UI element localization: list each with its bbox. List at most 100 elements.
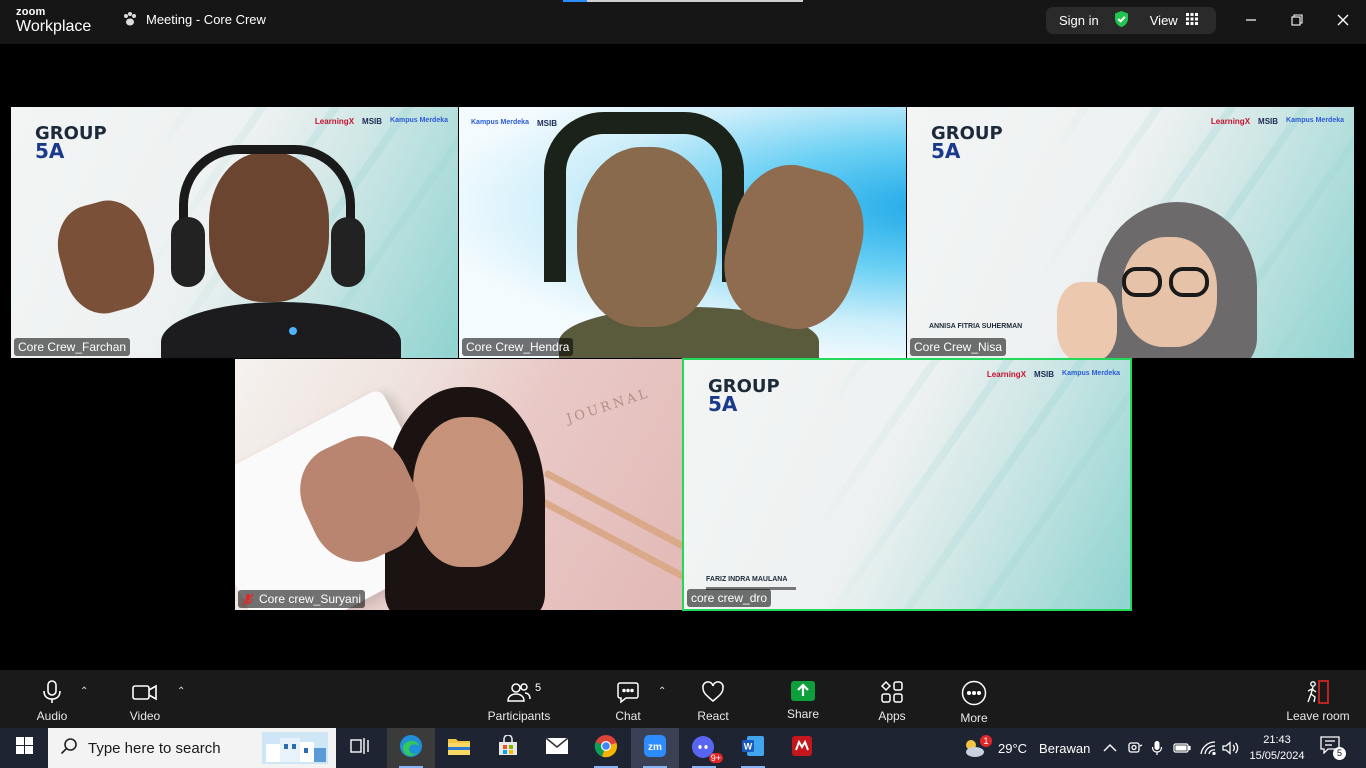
- svg-text:W: W: [744, 741, 753, 751]
- slide-group-label: GROUP 5A: [708, 376, 780, 417]
- slide-group-label: GROUP 5A: [35, 123, 107, 164]
- discord-icon: 9+: [691, 735, 723, 763]
- brand-small: zoom: [16, 6, 46, 18]
- meeting-paw-icon: [122, 11, 138, 27]
- zoom-logo: zoom Workplace: [16, 7, 91, 35]
- meeting-toolbar: Audio ⌃ Video ⌃ Participants 5 Chat ⌃ Re…: [0, 670, 1366, 728]
- video-tile-suryani[interactable]: JOURNAL Core crew_Suryani: [235, 359, 682, 610]
- meeting-title: Meeting - Core Crew: [146, 11, 266, 27]
- minimize-button[interactable]: [1237, 8, 1265, 32]
- more-icon: [961, 680, 987, 706]
- video-options-chevron-icon[interactable]: ⌃: [177, 686, 185, 697]
- weather-widget[interactable]: 1 29°C Berawan: [962, 728, 1090, 768]
- video-button[interactable]: Video: [120, 670, 170, 728]
- participant-name-tag: Core crew_Suryani: [238, 590, 366, 608]
- taskbar-chrome[interactable]: [582, 728, 630, 768]
- volume-icon[interactable]: [1222, 728, 1240, 768]
- taskbar-mendeley[interactable]: [778, 728, 826, 768]
- top-progress-fill: [563, 0, 587, 2]
- search-highlight-illustration: [262, 732, 328, 764]
- zoom-app-icon: zm: [643, 734, 667, 763]
- close-button[interactable]: [1329, 8, 1357, 32]
- wifi-icon[interactable]: [1199, 728, 1217, 768]
- edge-browser-icon: [399, 734, 423, 763]
- restore-button[interactable]: [1283, 8, 1311, 32]
- heart-icon: [701, 680, 725, 704]
- camera-icon: [132, 680, 158, 704]
- svg-text:zm: zm: [648, 742, 662, 753]
- slide-logos: Kampus Merdeka MSIB: [471, 119, 557, 128]
- view-button[interactable]: View: [1150, 13, 1178, 28]
- slide-logos: LearningX MSIB Kampus Merdeka: [1210, 117, 1344, 126]
- video-tile-dro[interactable]: GROUP 5A LearningX MSIB Kampus Merdeka F…: [682, 358, 1132, 611]
- taskbar-word[interactable]: W: [729, 728, 777, 768]
- chat-options-chevron-icon[interactable]: ⌃: [658, 686, 666, 697]
- store-bag-icon: [497, 733, 519, 762]
- title-bar: zoom Workplace Meeting - Core Crew Sign …: [0, 0, 1366, 44]
- mail-icon: [545, 736, 569, 760]
- taskbar-discord[interactable]: 9+: [680, 728, 728, 768]
- participants-count: 5: [535, 682, 542, 694]
- audio-options-chevron-icon[interactable]: ⌃: [80, 686, 88, 697]
- video-tile-nisa[interactable]: GROUP 5A LearningX MSIB Kampus Merdeka A…: [907, 107, 1354, 358]
- sign-in-button[interactable]: Sign in: [1059, 13, 1099, 28]
- more-button[interactable]: More: [954, 670, 994, 728]
- word-icon: W: [741, 735, 765, 762]
- notification-center-button[interactable]: 5: [1320, 736, 1346, 760]
- slide-logos: LearningX MSIB Kampus Merdeka: [986, 370, 1120, 379]
- brand-big: Workplace: [16, 18, 92, 35]
- zoom-window: zoom Workplace Meeting - Core Crew Sign …: [0, 0, 1366, 728]
- share-button[interactable]: Share: [783, 670, 823, 728]
- video-tile-hendra[interactable]: Kampus Merdeka MSIB Core Crew_Hendra: [459, 107, 906, 358]
- participant-name-tag: Core Crew_Farchan: [14, 338, 131, 356]
- react-button[interactable]: React: [693, 670, 733, 728]
- audio-button[interactable]: Audio: [30, 670, 74, 728]
- task-view-button[interactable]: [336, 728, 384, 768]
- folder-icon: [447, 736, 471, 761]
- shield-check-icon[interactable]: [1113, 10, 1130, 31]
- battery-icon[interactable]: [1173, 728, 1191, 768]
- notification-count: 5: [1333, 747, 1346, 760]
- slide-group-label: GROUP 5A: [931, 123, 1003, 164]
- taskbar-clock[interactable]: 21:43 15/05/2024: [1248, 732, 1306, 764]
- signin-view-pill: Sign in View: [1046, 7, 1216, 34]
- clock-time: 21:43: [1263, 734, 1291, 746]
- taskbar-search-box[interactable]: Type here to search: [48, 728, 336, 768]
- weather-badge: 1: [980, 735, 992, 747]
- taskbar-store[interactable]: [484, 728, 532, 768]
- apps-button[interactable]: Apps: [872, 670, 912, 728]
- meet-now-icon[interactable]: [1127, 728, 1143, 768]
- participant-name-tag: Core Crew_Nisa: [910, 338, 1007, 356]
- participant-name-tag: Core Crew_Hendra: [462, 338, 574, 356]
- chat-button[interactable]: Chat: [608, 670, 648, 728]
- apps-icon: [880, 680, 904, 704]
- top-progress-bar: [563, 0, 803, 2]
- slide-caption: FARIZ INDRA MAULANA: [706, 576, 788, 583]
- start-button[interactable]: [0, 728, 48, 768]
- grid-view-icon[interactable]: [1185, 13, 1198, 28]
- show-hidden-icons-chevron-icon[interactable]: [1103, 728, 1117, 768]
- windows-taskbar: Type here to search zm 9+ W 1 29°C Beraw…: [0, 728, 1366, 768]
- leave-door-icon: [1305, 680, 1331, 704]
- participants-icon: [507, 680, 531, 704]
- taskbar-edge[interactable]: [387, 728, 435, 768]
- taskbar-file-explorer[interactable]: [435, 728, 483, 768]
- weather-cloud-icon: 1: [962, 735, 992, 759]
- windows-logo-icon: [15, 737, 33, 759]
- slide-logos: LearningX MSIB Kampus Merdeka: [314, 117, 448, 126]
- taskbar-mail[interactable]: [533, 728, 581, 768]
- participant-name-tag: core crew_dro: [687, 589, 772, 607]
- task-view-icon: [350, 737, 370, 760]
- chrome-icon: [594, 734, 618, 763]
- participants-button[interactable]: Participants: [484, 670, 554, 728]
- microphone-in-use-icon[interactable]: [1151, 728, 1163, 768]
- meeting-title-area: Meeting - Core Crew: [122, 11, 266, 27]
- search-icon: [60, 737, 78, 759]
- weather-temperature: 29°C: [998, 740, 1028, 756]
- slide-caption: ANNISA FITRIA SUHERMAN: [929, 323, 1023, 330]
- search-placeholder: Type here to search: [88, 739, 221, 757]
- weather-condition: Berawan: [1039, 740, 1091, 756]
- video-tile-farchan[interactable]: GROUP 5A LearningX MSIB Kampus Merdeka C…: [11, 107, 458, 358]
- taskbar-zoom[interactable]: zm: [631, 728, 679, 768]
- leave-room-button[interactable]: Leave room: [1284, 670, 1352, 728]
